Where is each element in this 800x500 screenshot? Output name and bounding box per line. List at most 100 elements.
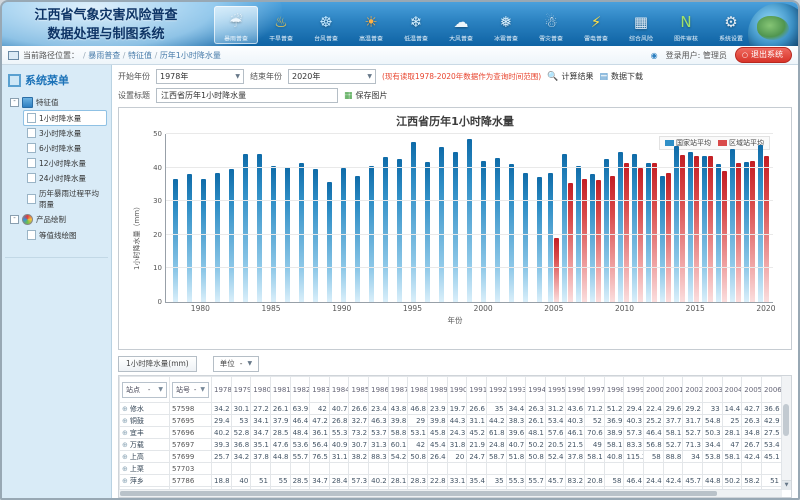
national-station-bar[interactable] [397,159,402,302]
national-station-bar[interactable] [646,163,651,302]
regional-station-bar[interactable] [582,179,587,302]
breadcrumb-segment[interactable]: 特征值 [128,51,152,60]
download-data-button[interactable]: ▤ 数据下载 [599,71,643,82]
national-station-bar[interactable] [730,149,735,302]
national-station-bar[interactable] [425,162,430,302]
regional-station-bar[interactable] [596,180,601,302]
station-id-column-filter[interactable]: 站号- ▼ [172,382,209,398]
national-station-bar[interactable] [537,177,542,302]
national-station-bar[interactable] [257,154,262,302]
toolbar-item-rainstorm[interactable]: ☔暴雨普查 [214,6,258,44]
station-name-cell[interactable]: ⊕修水 [120,403,170,415]
regional-station-bar[interactable] [610,176,615,302]
station-name-cell[interactable]: ⊕宜丰 [120,427,170,439]
toolbar-item-gale[interactable]: ☁大风普查 [439,6,483,44]
national-station-bar[interactable] [744,162,749,302]
hail-icon: ❅ [500,11,513,34]
regional-station-bar[interactable] [694,156,699,302]
vertical-scrollbar-thumb[interactable] [783,404,789,436]
vertical-scrollbar[interactable]: ▼ [781,376,791,490]
chart-title-input[interactable]: 江西省历年1小时降水量 [156,88,338,103]
tree-group-特征值[interactable]: -特征值 [5,95,108,110]
tree-item-12小时降水量[interactable]: 12小时降水量 [24,156,106,170]
national-station-bar[interactable] [383,157,388,302]
tree-item-历年暴雨过程平均雨量[interactable]: 历年暴雨过程平均雨量 [24,186,106,211]
national-station-bar[interactable] [481,161,486,302]
toolbar-item-map-audit[interactable]: N图件审核 [664,6,708,44]
regional-station-bar[interactable] [624,163,629,302]
toolbar-item-composite-risk[interactable]: ▦综合风险 [619,6,663,44]
national-station-bar[interactable] [467,139,472,302]
tree-group-产品绘制[interactable]: -产品绘制 [5,212,108,227]
national-station-bar[interactable] [562,154,567,302]
end-year-select[interactable]: 2020年 ▼ [288,69,376,84]
national-station-bar[interactable] [509,164,514,302]
regional-station-bar[interactable] [764,156,769,302]
national-station-bar[interactable] [299,163,304,302]
station-name-cell[interactable]: ⊕上高 [120,451,170,463]
national-station-bar[interactable] [618,152,623,302]
national-station-bar[interactable] [660,176,665,302]
regional-station-bar[interactable] [722,171,727,302]
regional-station-bar[interactable] [736,163,741,302]
regional-station-bar[interactable] [666,173,671,302]
station-name-cell[interactable]: ⊕万载 [120,439,170,451]
national-station-bar[interactable] [201,179,206,302]
station-name-cell[interactable]: ⊕铜鼓 [120,415,170,427]
national-station-bar[interactable] [674,146,679,302]
toolbar-item-high-temp[interactable]: ☀高温普查 [349,6,393,44]
national-station-bar[interactable] [313,169,318,302]
national-station-bar[interactable] [702,156,707,302]
tree-item-等值线绘图[interactable]: 等值线绘图 [24,228,106,242]
station-name-cell[interactable]: ⊕萍乡 [120,475,170,487]
toolbar-item-lightning[interactable]: ⚡雷电普查 [574,6,618,44]
regional-station-bar[interactable] [750,161,755,302]
station-name-cell[interactable]: ⊕上栗 [120,463,170,475]
tree-item-1小时降水量[interactable]: 1小时降水量 [24,111,106,125]
national-station-bar[interactable] [187,174,192,302]
save-image-button[interactable]: ▦ 保存图片 [344,90,388,101]
tree-item-3小时降水量[interactable]: 3小时降水量 [24,126,106,140]
national-station-bar[interactable] [229,169,234,302]
national-station-bar[interactable] [548,173,553,302]
horizontal-scrollbar[interactable] [119,489,782,497]
national-station-bar[interactable] [453,152,458,302]
regional-station-bar[interactable] [554,238,559,302]
toolbar-item-system-settings[interactable]: ⚙系统设置 [709,6,753,44]
expander-icon[interactable]: - [10,98,19,107]
national-station-bar[interactable] [243,154,248,302]
national-station-bar[interactable] [173,179,178,302]
national-station-bar[interactable] [439,147,444,302]
national-station-bar[interactable] [632,154,637,302]
station-column-filter[interactable]: 站点- ▼ [122,382,167,398]
national-station-bar[interactable] [523,173,528,302]
national-station-bar[interactable] [688,152,693,302]
national-station-bar[interactable] [590,174,595,302]
toolbar-item-drought[interactable]: ♨干旱普查 [259,6,303,44]
regional-station-bar[interactable] [638,168,643,302]
logout-button[interactable]: ○ 退出系统 [735,47,792,63]
breadcrumb-segment[interactable]: 历年1小时降水量 [160,51,221,60]
horizontal-scrollbar-thumb[interactable] [120,491,717,496]
national-station-bar[interactable] [355,176,360,302]
toolbar-item-hail[interactable]: ❅冰雹普查 [484,6,528,44]
breadcrumb-segment[interactable]: 暴雨普查 [88,51,120,60]
toolbar-item-snow[interactable]: ☃雪灾普查 [529,6,573,44]
national-station-bar[interactable] [604,159,609,302]
start-year-select[interactable]: 1978年 ▼ [156,69,244,84]
national-station-bar[interactable] [215,173,220,302]
tree-item-24小时降水量[interactable]: 24小时降水量 [24,171,106,185]
measure-button[interactable]: 1小时降水量(mm) [118,356,197,372]
toolbar-item-typhoon[interactable]: ☸台风普查 [304,6,348,44]
regional-station-bar[interactable] [652,163,657,302]
expander-icon[interactable]: - [10,215,19,224]
toolbar-item-low-temp[interactable]: ❄低温普查 [394,6,438,44]
unit-dropdown[interactable]: 单位 - ▼ [213,356,259,372]
scroll-down-arrow[interactable]: ▼ [782,480,791,490]
calculate-button[interactable]: 🔍 计算结果 [547,71,593,82]
tree-item-6小时降水量[interactable]: 6小时降水量 [24,141,106,155]
regional-station-bar[interactable] [680,155,685,302]
national-station-bar[interactable] [758,145,763,302]
national-station-bar[interactable] [495,158,500,302]
regional-station-bar[interactable] [708,156,713,302]
